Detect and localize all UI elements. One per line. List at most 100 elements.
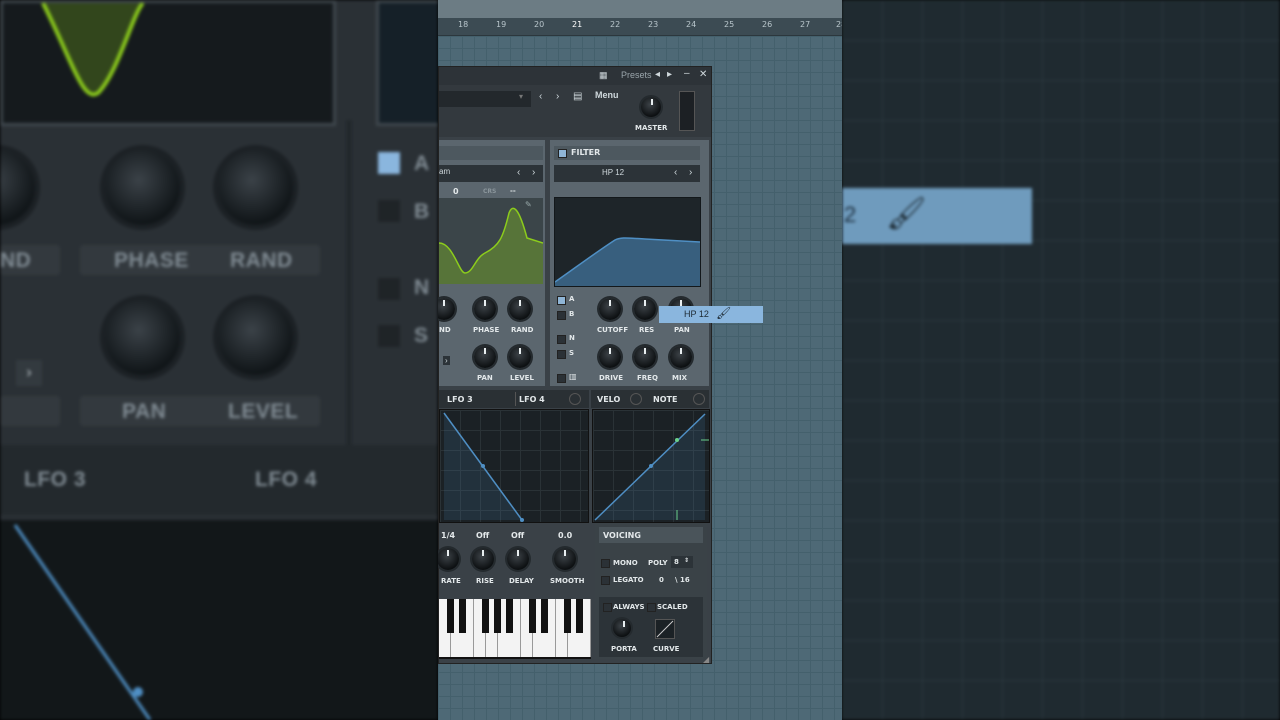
timeline-ruler[interactable]: 18 19 20 21 22 23 24 25 26 27 28: [438, 18, 842, 36]
osc-expand-icon[interactable]: ›: [443, 356, 450, 365]
ruler-tick: 22: [610, 20, 621, 29]
curve-display[interactable]: [655, 619, 675, 639]
filter-cutoff-knob[interactable]: [599, 298, 621, 320]
bg-knob-phase: [105, 150, 180, 225]
preset-prev-icon[interactable]: ◂: [655, 69, 660, 80]
ruler-tick: 26: [762, 20, 773, 29]
ruler-tick: 18: [458, 20, 469, 29]
porta-label: PORTA: [611, 645, 637, 653]
tab-note[interactable]: NOTE: [653, 395, 677, 404]
piano-keyboard[interactable]: [439, 599, 592, 659]
osc-crs-label: CRS: [483, 188, 497, 195]
presets-grid-icon[interactable]: ▦: [599, 70, 608, 81]
osc-next-icon[interactable]: ›: [532, 167, 535, 178]
osc-shape-name: am: [439, 167, 451, 176]
lfo-envelope-graph[interactable]: [439, 409, 589, 523]
piano-black-key[interactable]: [528, 599, 536, 633]
preset-dropdown[interactable]: ▾: [439, 91, 531, 107]
velocity-curve-graph[interactable]: [592, 409, 710, 523]
osc-knob-level[interactable]: [509, 346, 531, 368]
lfo-rate-knob[interactable]: [438, 548, 459, 570]
lfo-smooth-knob[interactable]: [554, 548, 576, 570]
filter-type-select[interactable]: HP 12 ‹ ›: [554, 165, 700, 182]
background-left-zoom: ND PHASE RAND PAN LEVEL › A B N S LFO 3 …: [0, 0, 438, 720]
pencil-icon[interactable]: ✎: [525, 200, 532, 209]
osc-knob-phase[interactable]: [474, 298, 496, 320]
note-toggle-icon[interactable]: [693, 393, 705, 405]
always-checkbox[interactable]: [603, 603, 612, 612]
curve-label: CURVE: [653, 645, 680, 653]
poly-label: POLY: [648, 559, 668, 567]
resize-handle-icon[interactable]: ◢: [703, 655, 709, 664]
filter-route-b-checkbox[interactable]: [557, 311, 566, 320]
tab-lfo4[interactable]: LFO 4: [519, 395, 545, 404]
lfo4-toggle-icon[interactable]: [569, 393, 581, 405]
legato-checkbox[interactable]: [601, 576, 610, 585]
presets-label[interactable]: Presets: [621, 70, 652, 80]
minimize-icon[interactable]: –: [684, 68, 690, 79]
browser-icon[interactable]: ▤: [573, 91, 582, 102]
mono-checkbox[interactable]: [601, 559, 610, 568]
master-knob[interactable]: [641, 97, 661, 117]
filter-route-a-checkbox[interactable]: [557, 296, 566, 305]
filter-route-n-checkbox[interactable]: [557, 335, 566, 344]
filter-route-a-label: A: [569, 295, 575, 303]
legato-label: LEGATO: [613, 576, 644, 584]
velo-toggle-icon[interactable]: [630, 393, 642, 405]
filter-freq-knob[interactable]: [634, 346, 656, 368]
filter-mix-knob[interactable]: [670, 346, 692, 368]
lfo-rise-knob[interactable]: [472, 548, 494, 570]
voicing-title: VOICING: [603, 531, 641, 540]
close-icon[interactable]: ✕: [699, 69, 707, 80]
piano-black-key[interactable]: [447, 599, 454, 633]
filter-response-display[interactable]: [554, 197, 701, 287]
menu-button[interactable]: Menu: [595, 90, 619, 100]
osc-knob-pan[interactable]: [474, 346, 496, 368]
legato-max: \ 16: [675, 576, 690, 584]
osc-waveform-display[interactable]: ✎: [438, 198, 544, 284]
toolbar-prev-icon[interactable]: ‹: [539, 91, 542, 102]
legato-value[interactable]: 0: [659, 576, 664, 584]
tab-velo[interactable]: VELO: [597, 395, 620, 404]
filter-next-icon[interactable]: ›: [689, 167, 692, 178]
piano-black-key[interactable]: [482, 599, 490, 633]
porta-knob[interactable]: [613, 619, 631, 637]
lfo-delay-label: DELAY: [509, 577, 534, 585]
filter-drive-label: DRIVE: [599, 374, 624, 382]
piano-black-key[interactable]: [458, 599, 466, 633]
scaled-checkbox[interactable]: [647, 603, 656, 612]
bg-knob-rand: [218, 150, 293, 225]
filter-prev-icon[interactable]: ‹: [674, 167, 677, 178]
preset-next-icon[interactable]: ▸: [667, 69, 672, 80]
osc-knob-nd[interactable]: [438, 298, 455, 320]
filter-cutoff-label: CUTOFF: [597, 326, 629, 334]
toolbar-next-icon[interactable]: ›: [556, 91, 559, 102]
tab-lfo3[interactable]: LFO 3: [447, 395, 473, 404]
osc-shape-select[interactable]: am ‹ ›: [439, 165, 543, 182]
plugin-titlebar[interactable]: ▦ Presets ◂ ▸ – ✕: [439, 67, 711, 85]
filter-enable-checkbox[interactable]: [558, 149, 567, 158]
poly-stepper[interactable]: 8 ⇕: [671, 556, 693, 568]
bg-label-phase: PHASE: [114, 249, 189, 272]
osc-coarse-value[interactable]: 0: [453, 187, 459, 196]
piano-black-key[interactable]: [564, 599, 571, 633]
piano-black-key[interactable]: [575, 599, 583, 633]
osc-prev-icon[interactable]: ‹: [517, 167, 520, 178]
lfo-delay-knob[interactable]: [507, 548, 529, 570]
bg-waveform-panel: [0, 0, 336, 126]
filter-route-extra-checkbox[interactable]: [557, 374, 566, 383]
filter-route-s-checkbox[interactable]: [557, 350, 566, 359]
stepper-arrows-icon[interactable]: ⇕: [684, 557, 689, 564]
osc-crs-value[interactable]: --: [510, 187, 516, 195]
bg-lfo-graph: [0, 520, 438, 720]
osc-label-pan: PAN: [477, 374, 493, 382]
osc-knob-rand[interactable]: [509, 298, 531, 320]
filter-drive-knob[interactable]: [599, 346, 621, 368]
piano-black-key[interactable]: [505, 599, 513, 633]
piano-black-key[interactable]: [540, 599, 548, 633]
piano-black-key[interactable]: [493, 599, 501, 633]
drag-tooltip-text: HP 12: [684, 309, 709, 319]
filter-freq-label: FREQ: [637, 374, 658, 382]
filter-res-knob[interactable]: [634, 298, 656, 320]
poly-value: 8: [674, 558, 679, 566]
